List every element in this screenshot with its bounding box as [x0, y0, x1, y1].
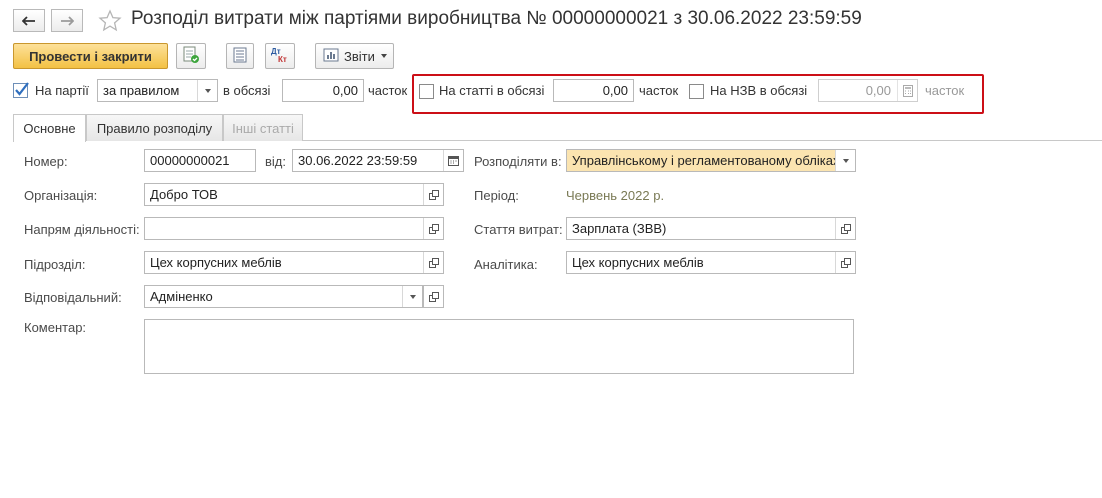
subdivision-value: Цех корпусних меблів [150, 255, 282, 270]
wip-volume-value: 0,00 [865, 83, 891, 98]
open-icon[interactable] [423, 218, 443, 239]
comment-textarea[interactable] [144, 319, 854, 374]
direction-label: Напрям діяльності: [24, 222, 140, 237]
dt-kt-button[interactable]: Дт Кт [265, 43, 295, 69]
post-document-button[interactable] [176, 43, 206, 69]
chevron-down-icon[interactable] [835, 150, 855, 171]
parts-label: часток [368, 83, 408, 98]
reports-button[interactable]: Звіти [315, 43, 394, 69]
on-item-checkbox[interactable] [419, 84, 434, 99]
organization-field[interactable]: Добро ТОВ [144, 183, 444, 206]
cost-item-value: Зарплата (ЗВВ) [572, 221, 667, 236]
chevron-down-icon[interactable] [402, 286, 422, 307]
distribute-label: Розподіляти в: [474, 154, 562, 169]
date-input[interactable]: 30.06.2022 23:59:59 [292, 149, 464, 172]
on-batch-checkbox[interactable] [13, 82, 29, 98]
wip-volume-input: 0,00 [818, 79, 918, 102]
tab-distribution-rule[interactable]: Правило розподілу [86, 114, 223, 141]
back-button[interactable] [13, 9, 45, 32]
parts-label: часток [925, 83, 965, 98]
date-value: 30.06.2022 23:59:59 [298, 153, 418, 168]
period-value: Червень 2022 р. [566, 188, 665, 203]
reports-label: Звіти [344, 48, 375, 64]
on-batch-label: На партії [35, 83, 89, 98]
period-label: Період: [474, 188, 519, 203]
arrow-left-icon [22, 15, 36, 26]
in-volume-label: в обсязі [223, 83, 271, 98]
arrow-right-icon [60, 15, 74, 26]
subdivision-label: Підрозділ: [24, 257, 86, 272]
responsible-open-button[interactable] [423, 285, 444, 308]
responsible-field[interactable]: Адміненко [144, 285, 423, 308]
open-icon[interactable] [423, 184, 443, 205]
distribute-select[interactable]: Управлінському і регламентованому обліка… [566, 149, 856, 172]
star-icon[interactable] [98, 9, 122, 36]
direction-field[interactable] [144, 217, 444, 240]
on-wip-label: На НЗВ в обсязі [710, 83, 808, 98]
subdivision-field[interactable]: Цех корпусних меблів [144, 251, 444, 274]
responsible-label: Відповідальний: [24, 290, 122, 305]
batch-volume-input[interactable]: 0,00 [282, 79, 364, 102]
analytics-field[interactable]: Цех корпусних меблів [566, 251, 856, 274]
distribute-value: Управлінському і регламентованому обліка… [572, 153, 840, 168]
kt-text: Кт [278, 55, 287, 64]
reports-icon [323, 48, 339, 65]
chevron-down-icon [380, 54, 387, 58]
open-icon[interactable] [835, 218, 855, 239]
calculator-icon [897, 80, 917, 101]
calendar-icon[interactable] [443, 150, 463, 171]
date-label: від: [265, 154, 286, 169]
cost-item-label: Стаття витрат: [474, 222, 563, 237]
open-icon [428, 291, 439, 302]
post-document-icon [182, 46, 200, 67]
dt-kt-icon: Дт Кт [270, 47, 290, 65]
batch-mode-value: за правилом [103, 83, 180, 98]
on-wip-checkbox[interactable] [689, 84, 704, 99]
open-icon[interactable] [835, 252, 855, 273]
document-list-button[interactable] [226, 43, 254, 69]
batch-mode-select[interactable]: за правилом [97, 79, 218, 102]
page-title: Розподіл витрати між партіями виробництв… [131, 8, 862, 29]
number-input[interactable]: 00000000021 [144, 149, 256, 172]
analytics-value: Цех корпусних меблів [572, 255, 704, 270]
analytics-label: Аналітика: [474, 257, 538, 272]
comment-label: Коментар: [24, 320, 87, 335]
parts-label: часток [639, 83, 679, 98]
organization-label: Організація: [24, 188, 98, 203]
post-and-close-button[interactable]: Провести і закрити [13, 43, 168, 69]
cost-item-field[interactable]: Зарплата (ЗВВ) [566, 217, 856, 240]
chevron-down-icon[interactable] [197, 80, 217, 101]
tab-main[interactable]: Основне [13, 114, 86, 142]
responsible-value: Адміненко [150, 289, 213, 304]
on-item-label: На статті в обсязі [439, 83, 545, 98]
forward-button[interactable] [51, 9, 83, 32]
open-icon[interactable] [423, 252, 443, 273]
organization-value: Добро ТОВ [150, 187, 218, 202]
tab-other-items: Інші статті [223, 114, 303, 141]
item-volume-input[interactable]: 0,00 [553, 79, 634, 102]
number-label: Номер: [24, 154, 68, 169]
document-list-icon [233, 47, 247, 66]
